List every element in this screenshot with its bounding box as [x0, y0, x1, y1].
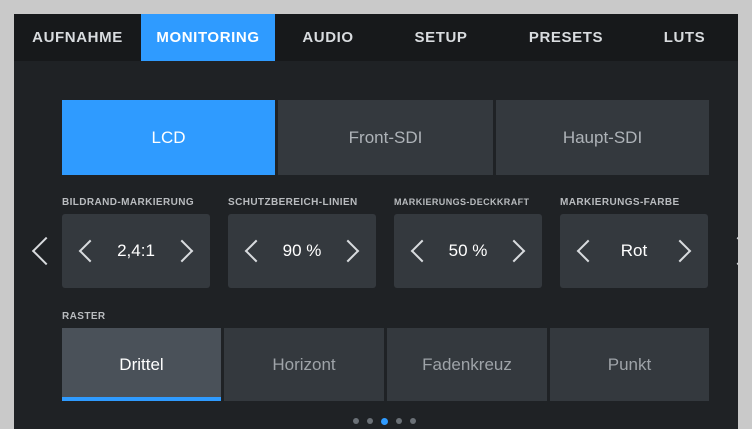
chevron-right-icon[interactable]: [723, 236, 738, 266]
output-front-sdi-button[interactable]: Front-SDI: [278, 100, 493, 175]
tab-monitoring[interactable]: MONITORING: [141, 14, 275, 61]
page-dot[interactable]: [367, 418, 373, 424]
guide-opacity-label: MARKIERUNGS-DECKKRAFT: [394, 197, 530, 207]
tab-bar: AUFNAHME MONITORING AUDIO SETUP PRESETS …: [14, 14, 738, 61]
raster-horizont-button[interactable]: Horizont: [224, 328, 384, 401]
tab-audio[interactable]: AUDIO: [275, 14, 381, 61]
output-lcd-button[interactable]: LCD: [62, 100, 275, 175]
tab-presets[interactable]: PRESETS: [501, 14, 631, 61]
page-dot[interactable]: [353, 418, 359, 424]
monitoring-screen: AUFNAHME MONITORING AUDIO SETUP PRESETS …: [14, 14, 738, 429]
tab-aufnahme[interactable]: AUFNAHME: [14, 14, 141, 61]
tab-setup[interactable]: SETUP: [381, 14, 501, 61]
raster-punkt-button[interactable]: Punkt: [550, 328, 709, 401]
tab-luts[interactable]: LUTS: [631, 14, 738, 61]
page-dot[interactable]: [410, 418, 416, 424]
raster-label: RASTER: [62, 311, 106, 322]
page-dot-active[interactable]: [381, 417, 388, 425]
safe-area-label: SCHUTZBEREICH-LINIEN: [228, 197, 358, 208]
safe-area-stepper: 90 %: [228, 214, 376, 288]
raster-drittel-button[interactable]: Drittel: [62, 328, 221, 401]
frame-guide-stepper: 2,4:1: [62, 214, 210, 288]
guide-color-stepper: Rot: [560, 214, 708, 288]
raster-fadenkreuz-button[interactable]: Fadenkreuz: [387, 328, 547, 401]
guide-color-label: MARKIERUNGS-FARBE: [560, 197, 680, 208]
selected-indicator: [62, 397, 221, 401]
guide-opacity-stepper: 50 %: [394, 214, 542, 288]
page-indicator: [353, 417, 416, 425]
chevron-left-icon[interactable]: [31, 236, 61, 266]
frame-guide-label: BILDRAND-MARKIERUNG: [62, 197, 195, 208]
page-dot[interactable]: [396, 418, 402, 424]
output-haupt-sdi-button[interactable]: Haupt-SDI: [496, 100, 709, 175]
raster-drittel-label: Drittel: [119, 354, 164, 374]
